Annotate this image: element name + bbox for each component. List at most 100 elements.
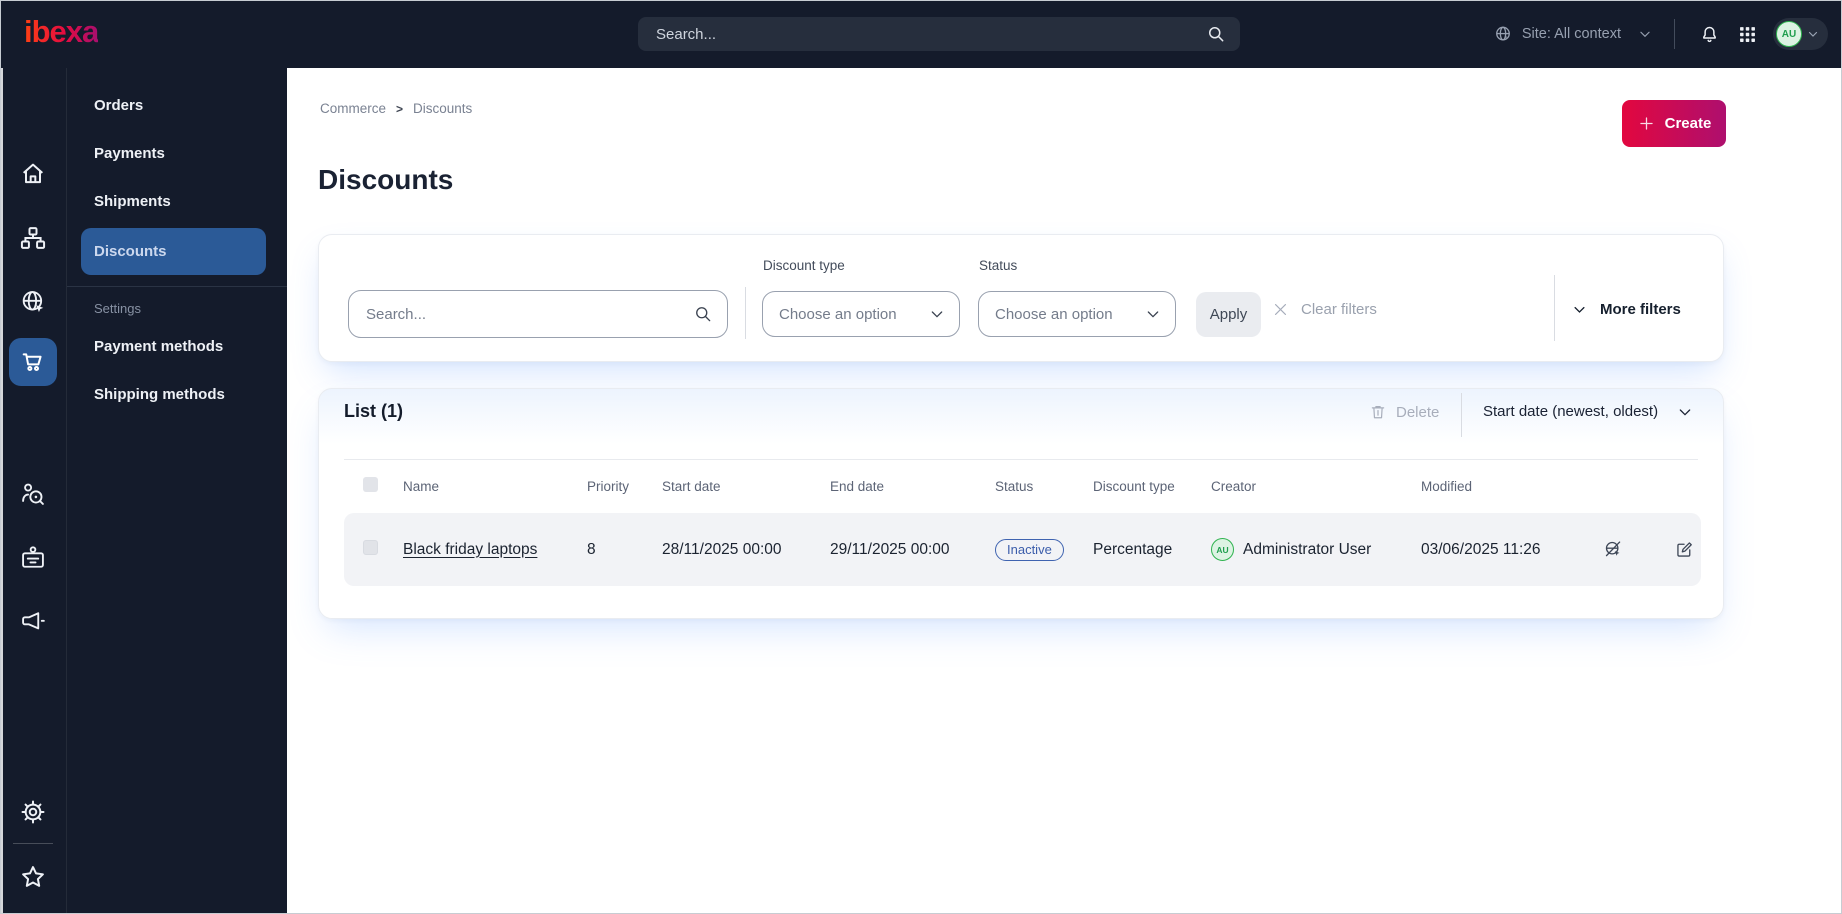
column-end-date: End date <box>830 478 885 494</box>
star-icon <box>22 866 44 887</box>
clear-filters-button[interactable]: Clear filters <box>1272 301 1377 318</box>
row-checkbox[interactable] <box>363 539 378 555</box>
app-window: ibexa Site: All context <box>0 0 1842 914</box>
chevron-down-icon <box>1640 31 1650 38</box>
select-all-checkbox[interactable] <box>363 477 378 492</box>
sidebar-item-orders[interactable]: Orders <box>94 97 277 114</box>
breadcrumb: Commerce > Discounts <box>320 101 472 116</box>
sidebar-section-settings: Settings <box>94 301 141 316</box>
sidebar-item-bookmarks[interactable] <box>0 863 66 891</box>
discount-type-value: Choose an option <box>779 305 897 323</box>
list-title: List (1) <box>344 401 404 421</box>
globe-icon <box>1495 26 1510 41</box>
site-context-label: Site: All context <box>1521 26 1621 42</box>
discount-type-select[interactable]: Choose an option <box>762 291 960 337</box>
top-bar-divider <box>1674 19 1675 49</box>
no-preview-icon[interactable] <box>1603 539 1624 560</box>
status-select[interactable]: Choose an option <box>978 291 1176 337</box>
table-header-rule <box>344 459 1698 460</box>
table-header: Name Priority Start date End date Status… <box>344 467 1701 505</box>
home-icon <box>23 163 43 184</box>
discounts-list-panel: List (1) Delete Start date (newest, olde… <box>318 388 1724 619</box>
chevron-down-icon <box>1679 408 1691 416</box>
bell-icon <box>1702 26 1716 42</box>
column-discount-type: Discount type <box>1093 478 1175 494</box>
column-status: Status <box>995 478 1034 494</box>
sidebar-item-commerce[interactable] <box>9 338 57 386</box>
sidebar-item-shipments[interactable]: Shipments <box>94 193 277 210</box>
globe-cursor-icon <box>22 291 44 313</box>
priority-cell: 8 <box>587 540 596 558</box>
delete-label: Delete <box>1396 403 1440 421</box>
modified-cell: 03/06/2025 11:26 <box>1421 540 1541 558</box>
chevron-down-icon <box>1808 31 1818 37</box>
site-context-selector[interactable]: Site: All context <box>1493 24 1652 44</box>
sidebar-item-payment-methods[interactable]: Payment methods <box>94 338 277 355</box>
end-date-cell: 29/11/2025 00:00 <box>830 540 950 558</box>
top-bar-right: Site: All context AU <box>1493 0 1828 68</box>
filter-divider <box>1554 275 1555 341</box>
creator-cell: AU Administrator User <box>1211 538 1421 561</box>
status-value: Choose an option <box>995 305 1113 323</box>
sort-selector[interactable]: Start date (newest, oldest) <box>1483 403 1693 420</box>
clear-filters-label: Clear filters <box>1301 301 1377 318</box>
sidebar-item-customers[interactable] <box>0 480 66 508</box>
filters-panel: Discount type Choose an option Status Ch… <box>318 234 1724 362</box>
sidebar-item-marketing[interactable] <box>0 608 66 636</box>
global-search-input[interactable] <box>638 17 1240 51</box>
sidebar-item-dashboard[interactable] <box>0 160 66 188</box>
discount-type-label: Discount type <box>763 258 845 273</box>
edit-icon[interactable] <box>1674 539 1695 560</box>
user-menu[interactable]: AU <box>1773 18 1828 50</box>
start-date-cell: 28/11/2025 00:00 <box>662 540 782 558</box>
sidebar-item-shipping-methods[interactable]: Shipping methods <box>94 386 277 403</box>
filter-search <box>348 290 728 338</box>
ibexa-logo[interactable]: ibexa <box>24 14 99 50</box>
sidebar-item-corporate[interactable] <box>0 544 66 572</box>
app-switcher-button[interactable] <box>1735 22 1759 46</box>
column-creator: Creator <box>1211 478 1257 494</box>
creator-avatar: AU <box>1211 538 1234 561</box>
chevron-down-icon <box>1147 311 1159 318</box>
more-filters-label: More filters <box>1600 301 1681 318</box>
delete-button[interactable]: Delete <box>1369 403 1439 421</box>
filter-search-input[interactable] <box>348 290 728 338</box>
sort-label: Start date (newest, oldest) <box>1483 403 1659 420</box>
create-button[interactable]: Create <box>1622 100 1726 147</box>
sidebar-item-discounts[interactable]: Discounts <box>81 228 266 275</box>
sidebar-item-site[interactable] <box>0 288 66 316</box>
customer-target-icon <box>22 483 44 505</box>
search-icon[interactable] <box>1206 24 1226 44</box>
row-actions <box>1603 539 1701 560</box>
breadcrumb-separator: > <box>396 101 404 116</box>
column-modified: Modified <box>1421 478 1473 494</box>
column-start-date: Start date <box>662 478 721 494</box>
discount-type-cell: Percentage <box>1093 540 1173 558</box>
sidebar-item-payments[interactable]: Payments <box>94 145 277 162</box>
cart-icon <box>22 353 42 372</box>
page-title: Discounts <box>318 164 454 195</box>
breadcrumb-commerce[interactable]: Commerce <box>320 101 386 116</box>
status-badge: Inactive <box>995 538 1064 561</box>
search-icon <box>696 307 711 322</box>
notifications-button[interactable] <box>1697 22 1721 46</box>
breadcrumb-discounts[interactable]: Discounts <box>413 101 472 116</box>
discount-name-link[interactable]: Black friday laptops <box>403 541 537 559</box>
top-bar: ibexa Site: All context <box>0 0 1842 68</box>
commerce-menu: Orders Payments Shipments Discounts Sett… <box>66 68 287 914</box>
status-label: Status <box>979 258 1018 273</box>
apply-button[interactable]: Apply <box>1196 292 1261 337</box>
grid-icon <box>1739 26 1755 42</box>
megaphone-icon <box>22 612 45 630</box>
more-filters-button[interactable]: More filters <box>1572 301 1681 318</box>
gear-icon <box>21 800 45 824</box>
create-button-label: Create <box>1664 115 1712 132</box>
sidebar-item-admin[interactable] <box>0 798 66 826</box>
trash-icon <box>1371 406 1385 419</box>
chevron-down-icon <box>931 311 943 318</box>
creator-name: Administrator User <box>1243 540 1372 558</box>
list-header-divider <box>1461 393 1462 437</box>
sidebar-item-content[interactable] <box>0 224 66 252</box>
chevron-down-icon <box>1574 306 1585 313</box>
sidebar-divider <box>67 286 287 287</box>
